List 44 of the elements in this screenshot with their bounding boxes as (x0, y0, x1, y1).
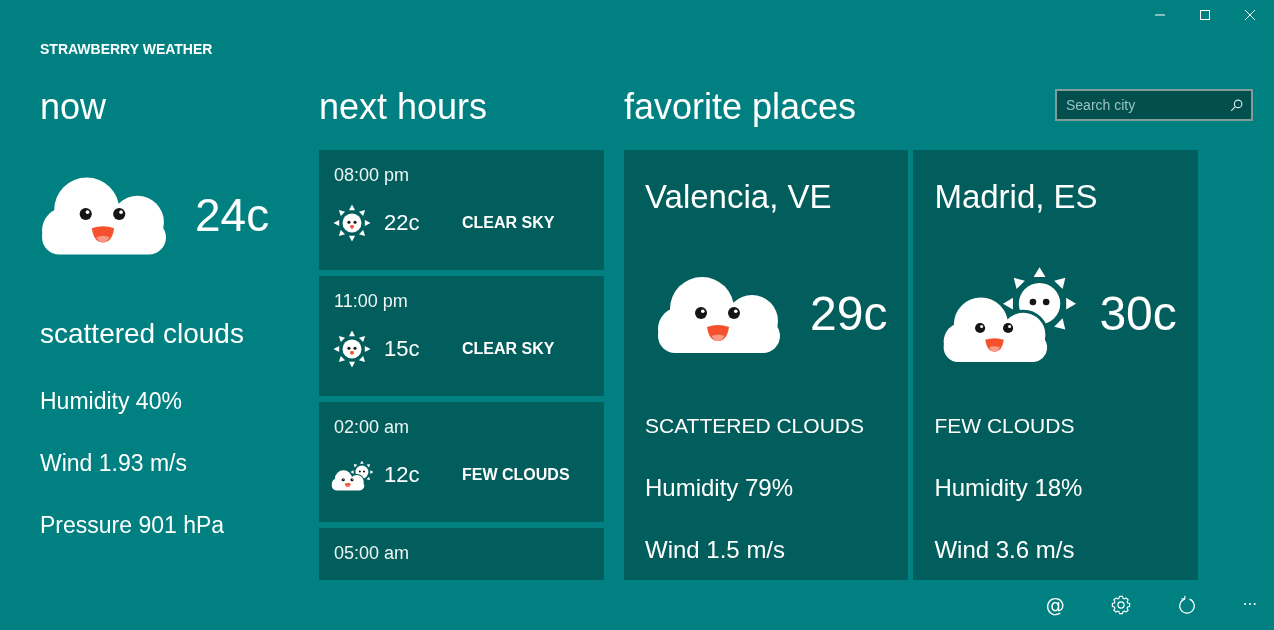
place-card[interactable]: Valencia, VE 29c SCATTERED CLOUDS Humidity 79% Wind 1.5 m/s (624, 150, 909, 580)
time-label: 05:00 am (334, 543, 410, 563)
condition-text: SCATTERED CLOUDS (645, 413, 864, 439)
time-label: 02:00 am (334, 417, 410, 437)
weather-detail: Pressure 901 hPa (40, 511, 225, 539)
place-card[interactable]: Madrid, ES 30c FEW CLOUDS Humidity 18% Wind 3.6 m/s (913, 150, 1198, 580)
settings-icon (1110, 595, 1131, 615)
smiling-sun-icon (333, 204, 371, 242)
maximize-icon (1200, 10, 1210, 20)
weather-detail: Wind 1.93 m/s (40, 449, 187, 477)
cloud-and-sun-icon (330, 459, 374, 491)
wind-text: Wind 3.6 m/s (934, 536, 1075, 564)
search-field[interactable]: Search city (1055, 89, 1253, 121)
time-label: 11:00 pm (334, 291, 408, 311)
more-button[interactable]: ··· (1238, 591, 1261, 619)
condition-text: CLEAR SKY (462, 213, 555, 233)
condition-text: CLEAR SKY (462, 339, 555, 359)
section-heading: next hours (319, 85, 488, 129)
condition-text: FEW CLOUDS (462, 465, 570, 485)
smiling-cloud-icon (656, 275, 782, 353)
temperature: 15c (384, 336, 421, 362)
humidity-text: Humidity 18% (934, 474, 1083, 502)
search-icon[interactable] (1230, 98, 1243, 112)
mention-button[interactable]: @ (1041, 591, 1069, 619)
temperature: 22c (384, 210, 421, 236)
close-icon (1245, 10, 1255, 20)
temperature: 24c (195, 188, 270, 242)
temperature: 29c (810, 286, 888, 342)
refresh-icon (1176, 595, 1197, 615)
smiling-cloud-icon (40, 175, 168, 255)
section-heading: now (40, 85, 107, 129)
time-label: 08:00 pm (334, 165, 410, 185)
app-title: STRAWBERRY WEATHER (40, 41, 213, 57)
condition-text: scattered clouds (40, 317, 244, 351)
wind-text: Wind 1.5 m/s (645, 536, 786, 564)
condition-text: FEW CLOUDS (934, 413, 1075, 439)
humidity-text: Humidity 79% (645, 474, 794, 502)
weather-detail: Humidity 40% (40, 387, 182, 415)
temperature: 30c (1099, 286, 1177, 342)
city-name: Madrid, ES (934, 177, 1098, 217)
section-heading: favorite places (624, 85, 857, 129)
temperature: 12c (384, 462, 421, 488)
city-name: Valencia, VE (645, 177, 832, 217)
smiling-sun-icon (333, 330, 371, 368)
